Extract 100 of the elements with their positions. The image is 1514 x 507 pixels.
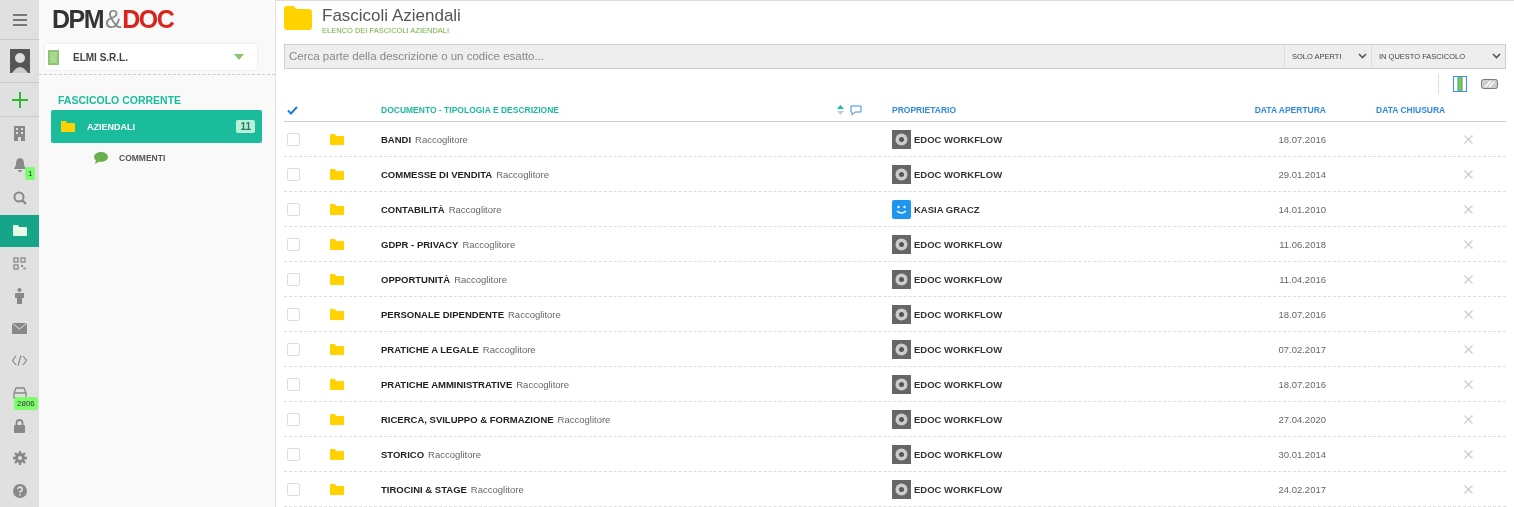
column-header[interactable]: PROPRIETARIO: [892, 105, 957, 115]
rail-item[interactable]: 1: [0, 149, 39, 182]
comment-icon[interactable]: [850, 104, 862, 116]
folder-icon: [330, 133, 344, 145]
folder-icon: [12, 225, 27, 237]
row-checkbox[interactable]: [287, 482, 300, 496]
document-name[interactable]: CONTABILITÀ: [381, 203, 445, 215]
document-name[interactable]: TIROCINI & STAGE: [381, 483, 467, 495]
document-type: Raccoglitore: [516, 378, 570, 390]
document-type: Raccoglitore: [462, 238, 516, 250]
mail-icon: [12, 322, 27, 334]
owner-name: EDOC WORKFLOW: [914, 273, 1003, 285]
building-icon: [48, 49, 59, 65]
folder-icon: [330, 483, 344, 495]
gear-avatar-icon: [892, 339, 911, 359]
avatar-icon: [9, 49, 30, 73]
document-type: Raccoglitore: [415, 133, 468, 145]
document-name[interactable]: PERSONALE DIPENDENTE: [381, 308, 504, 320]
folder-icon: [330, 238, 344, 250]
document-name[interactable]: RICERCA, SVILUPPO & FORMAZIONE: [381, 413, 554, 425]
row-checkbox[interactable]: [287, 202, 300, 216]
bell-icon: [12, 158, 27, 174]
check-all-icon[interactable]: [287, 105, 298, 115]
count-badge: 11: [236, 120, 255, 133]
gear-avatar-icon: [892, 234, 911, 254]
document-type: Raccoglitore: [508, 308, 561, 320]
qr-code-icon: [13, 256, 26, 270]
row-checkbox[interactable]: [287, 272, 300, 286]
document-type: Raccoglitore: [496, 168, 549, 180]
document-type: Raccoglitore: [482, 343, 536, 355]
document-name[interactable]: OPPORTUNITÀ: [381, 273, 451, 285]
row-checkbox[interactable]: [287, 447, 300, 461]
search-field[interactable]: Cerca parte della descrizione o un codice esatto...: [284, 43, 1284, 69]
document-type: Raccoglitore: [428, 448, 481, 460]
opening-date: 07.02.2017: [1278, 343, 1326, 355]
owner-name: EDOC WORKFLOW: [914, 133, 1003, 145]
folder-icon: [330, 378, 344, 390]
building-icon: [14, 125, 25, 141]
close-icon[interactable]: [1464, 239, 1473, 249]
opening-date: 18.07.2016: [1278, 308, 1326, 320]
section-title: FASCICOLO CORRENTE: [58, 94, 182, 106]
gear-avatar-icon: [892, 129, 911, 149]
close-icon[interactable]: [1464, 309, 1473, 319]
columns-icon[interactable]: [1453, 75, 1467, 92]
folder-icon: [330, 273, 344, 285]
row-checkbox[interactable]: [287, 237, 300, 251]
code-icon: [12, 355, 27, 367]
close-icon[interactable]: [1464, 134, 1473, 144]
add-icon: [11, 91, 28, 108]
smiley-avatar-icon: [892, 199, 911, 219]
rail-item[interactable]: 2806: [0, 377, 39, 410]
rail-item[interactable]: [0, 214, 39, 247]
folder-icon: [284, 6, 312, 30]
close-icon[interactable]: [1464, 484, 1473, 494]
chevron-icon: [1358, 53, 1367, 60]
gear-avatar-icon: [892, 479, 911, 499]
close-icon[interactable]: [1464, 414, 1473, 424]
document-name[interactable]: PRATICHE A LEGALE: [381, 343, 479, 355]
opening-date: 24.02.2017: [1278, 483, 1326, 495]
row-checkbox[interactable]: [287, 377, 300, 391]
opening-date: 18.07.2016: [1278, 133, 1326, 145]
count-badge: 1: [25, 166, 36, 180]
folder-icon: [330, 308, 344, 320]
company-selector[interactable]: ELMI S.R.L.: [45, 44, 257, 70]
close-icon[interactable]: [1464, 274, 1473, 284]
folder-icon: [330, 343, 344, 355]
chevron-icon: [1492, 53, 1501, 60]
document-name[interactable]: GDPR - PRIVACY: [381, 238, 459, 250]
opening-date: 11.04.2016: [1279, 273, 1326, 285]
folder-icon: [330, 168, 344, 180]
eraser-icon[interactable]: [1481, 78, 1498, 89]
tree-item[interactable]: AZIENDALI 11: [51, 110, 262, 143]
row-checkbox[interactable]: [287, 167, 300, 181]
close-icon[interactable]: [1464, 204, 1473, 214]
document-name[interactable]: STORICO: [381, 448, 425, 460]
document-type: Raccoglitore: [470, 483, 524, 495]
help-icon: [12, 483, 27, 498]
sort-icon[interactable]: [837, 105, 844, 115]
close-icon[interactable]: [1464, 169, 1473, 179]
tree-item[interactable]: COMMENTI: [92, 151, 168, 165]
owner-name: KASIA GRACZ: [914, 203, 980, 215]
column-header[interactable]: DATA CHIUSURA: [1376, 105, 1446, 115]
column-header[interactable]: DATA APERTURA: [1254, 105, 1326, 115]
row-checkbox[interactable]: [287, 342, 300, 356]
gear-avatar-icon: [892, 374, 911, 394]
close-icon[interactable]: [1464, 449, 1473, 459]
settings-icon: [12, 451, 27, 466]
row-checkbox[interactable]: [287, 412, 300, 426]
document-name[interactable]: BANDI: [381, 133, 412, 145]
row-checkbox[interactable]: [287, 307, 300, 321]
folder-icon: [330, 413, 344, 425]
close-icon[interactable]: [1464, 379, 1473, 389]
menu-icon: [12, 13, 27, 26]
row-checkbox[interactable]: [287, 132, 300, 146]
close-icon[interactable]: [1464, 344, 1473, 354]
folder-icon: [61, 121, 75, 132]
owner-name: EDOC WORKFLOW: [914, 483, 1003, 495]
document-type: Raccoglitore: [557, 413, 611, 425]
document-name[interactable]: COMMESSE DI VENDITA: [381, 168, 493, 180]
document-name[interactable]: PRATICHE AMMINISTRATIVE: [381, 378, 513, 390]
